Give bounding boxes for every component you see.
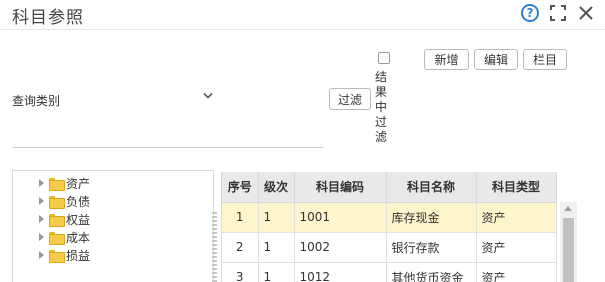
window-controls: ? — [521, 4, 595, 22]
tree-item-cost[interactable]: 成本 — [39, 228, 90, 246]
column-header-no[interactable]: 序号 — [222, 172, 259, 203]
cell-level: 1 — [258, 262, 295, 282]
chevron-down-icon[interactable] — [203, 90, 213, 103]
add-button[interactable]: 新增 — [424, 49, 469, 70]
cell-name: 银行存款 — [386, 232, 477, 263]
cell-type: 资产 — [476, 262, 557, 282]
cell-code: 1012 — [294, 262, 387, 282]
cell-type: 资产 — [476, 202, 557, 233]
account-table: 序号 级次 科目编码 科目名称 科目类型 1 1 1001 库存现金 资产 2 … — [221, 172, 577, 282]
folder-icon — [49, 231, 65, 245]
help-icon[interactable]: ? — [521, 4, 539, 22]
scroll-up-arrow-icon[interactable] — [564, 206, 572, 211]
title-bar: 科目参照 ? — [0, 0, 605, 30]
folder-icon — [49, 177, 65, 191]
table-header-row: 序号 级次 科目编码 科目名称 科目类型 — [222, 172, 557, 203]
cell-type: 资产 — [476, 232, 557, 263]
close-icon[interactable] — [577, 4, 595, 22]
tree-item-label: 损益 — [66, 248, 91, 263]
expand-arrow-icon[interactable] — [39, 215, 44, 223]
tree-item-label: 权益 — [66, 212, 91, 227]
table-scrollbar[interactable] — [560, 202, 577, 282]
table-row[interactable]: 3 1 1012 其他货币资金 资产 — [222, 262, 557, 282]
cell-level: 1 — [258, 202, 295, 233]
cell-code: 1001 — [294, 202, 387, 233]
cell-name: 其他货币资金 — [386, 262, 477, 282]
filter-button[interactable]: 过滤 — [329, 88, 371, 110]
expand-arrow-icon[interactable] — [39, 251, 44, 259]
query-category-label: 查询类别 — [12, 94, 61, 108]
expand-arrow-icon[interactable] — [39, 179, 44, 187]
cell-code: 1002 — [294, 232, 387, 263]
cell-level: 1 — [258, 232, 295, 263]
result-filter-label: 结果中过滤 — [375, 70, 388, 144]
cell-no: 3 — [222, 262, 259, 282]
cell-no: 2 — [222, 232, 259, 263]
category-tree: 资产 负债 权益 成本 损益 — [12, 170, 214, 282]
result-filter-checkbox[interactable] — [378, 52, 390, 64]
expand-arrow-icon[interactable] — [39, 197, 44, 205]
tree-item-assets[interactable]: 资产 — [39, 174, 90, 192]
column-header-code[interactable]: 科目编码 — [294, 172, 387, 203]
tree-item-profit-loss[interactable]: 损益 — [39, 246, 90, 264]
folder-icon — [49, 195, 65, 209]
tree-item-label: 资产 — [66, 176, 91, 191]
tree-item-equity[interactable]: 权益 — [39, 210, 90, 228]
window-title: 科目参照 — [12, 8, 84, 28]
columns-button[interactable]: 栏目 — [523, 49, 567, 70]
expand-arrow-icon[interactable] — [39, 233, 44, 241]
column-header-name[interactable]: 科目名称 — [386, 172, 477, 203]
scrollbar-thumb[interactable] — [563, 218, 574, 282]
tree-item-liabilities[interactable]: 负债 — [39, 192, 90, 210]
cell-no: 1 — [222, 202, 259, 233]
tree-item-label: 负债 — [66, 194, 91, 209]
cell-name: 库存现金 — [386, 202, 477, 233]
edit-button[interactable]: 编辑 — [474, 49, 518, 70]
table-row[interactable]: 1 1 1001 库存现金 资产 — [222, 202, 557, 233]
column-header-type[interactable]: 科目类型 — [476, 172, 557, 203]
folder-icon — [49, 249, 65, 263]
column-header-level[interactable]: 级次 — [258, 172, 295, 203]
folder-icon — [49, 213, 65, 227]
maximize-icon[interactable] — [549, 4, 567, 22]
tree-item-label: 成本 — [66, 230, 91, 245]
splitter-handle[interactable] — [212, 212, 217, 282]
table-row[interactable]: 2 1 1002 银行存款 资产 — [222, 232, 557, 263]
